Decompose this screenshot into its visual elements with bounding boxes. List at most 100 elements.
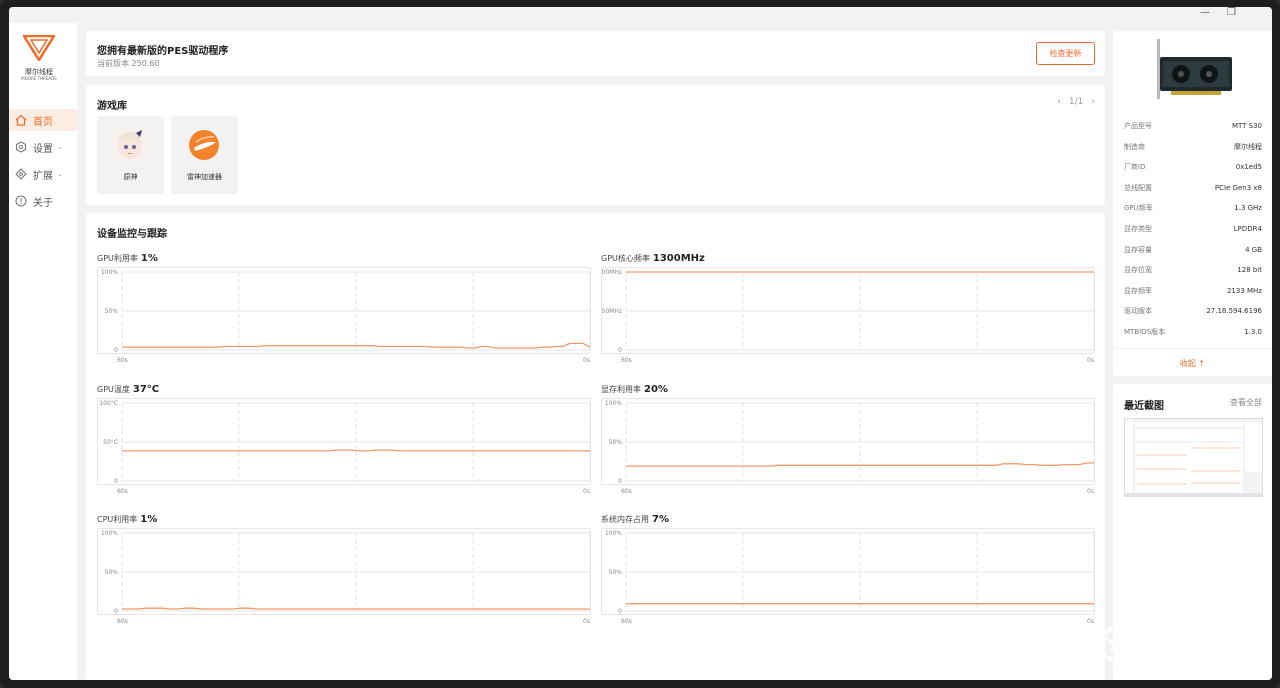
device-info-value: 128 bit	[1237, 266, 1262, 275]
metric-title: 系统内存占用 7%	[601, 514, 669, 525]
chevron-right-icon[interactable]: ›	[1091, 97, 1095, 107]
metric-chart: 0 50% 100%	[97, 528, 591, 615]
x-end-label: 0s	[583, 618, 590, 625]
device-info-key: 显存容量	[1124, 245, 1152, 254]
device-info-value: MTT S30	[1231, 122, 1262, 130]
metric-chart: 0 50°C 100°C	[97, 398, 591, 485]
device-info-row: MTBIOS版本 1.3.0	[1124, 325, 1262, 339]
monitor-title: 设备监控与跟踪	[97, 229, 167, 240]
chevron-left-icon[interactable]: ‹	[1057, 97, 1061, 107]
device-info-card: 产品型号 MTT S30 制造商 摩尔线程 厂商ID 0x1ed5 总线配置 PCIe Gen…	[1113, 31, 1272, 376]
x-start-label: 60s	[621, 357, 632, 364]
x-start-label: 60s	[621, 488, 632, 495]
device-info-row: 显存位宽 128 bit	[1124, 263, 1262, 277]
metric-chart: 0 50% 100%	[97, 267, 591, 354]
device-info-key: 制造商	[1124, 142, 1145, 151]
metric-label: 系统内存占用	[601, 515, 649, 524]
game-label: 雷神加速器	[187, 173, 222, 181]
device-info-row: 显存频率 2133 MHz	[1124, 284, 1262, 298]
device-info-key: GPU频率	[1124, 204, 1153, 213]
nav-about[interactable]: 关于	[9, 190, 77, 212]
series-line	[122, 607, 590, 610]
collapse-button[interactable]: 收起 ↑	[1113, 358, 1272, 369]
metric-value: 1300MHz	[652, 253, 705, 264]
device-info-value: 4 GB	[1245, 245, 1262, 254]
view-all-link[interactable]: 查看全部	[1230, 397, 1262, 408]
game-library-card: 游戏库 ‹ 1/1 › 原神 雷神加速器	[86, 85, 1105, 205]
device-info-row: 显存类型 LPDDR4	[1124, 222, 1262, 236]
chart-canvas: 0 50% 100%	[605, 530, 1095, 615]
x-start-label: 60s	[117, 618, 128, 625]
y-tick-label: 100°C	[99, 400, 118, 407]
moore-threads-logo	[23, 35, 55, 61]
device-info-key: 显存频率	[1124, 286, 1152, 295]
x-end-label: 0s	[1087, 357, 1094, 364]
device-info-key: 驱动版本	[1124, 307, 1152, 316]
check-update-button[interactable]: 检查更新	[1036, 42, 1095, 65]
device-info-key: 显存位宽	[1124, 266, 1152, 275]
metric-title: CPU利用率 1%	[97, 514, 157, 525]
y-tick-label: 1300MHz	[602, 269, 622, 276]
y-tick-label: 0	[114, 608, 118, 615]
current-version: 当前版本 250.60	[97, 59, 160, 68]
update-status-title: 您拥有最新版的PES驱动程序	[97, 46, 229, 57]
nav-settings-label: 设置	[33, 143, 53, 155]
chart-canvas: 0 50% 100%	[605, 400, 1095, 485]
xiaoheihe-watermark: 小黑盒	[1095, 619, 1255, 669]
game-tile-leishen[interactable]: 雷神加速器	[171, 116, 238, 194]
chart-canvas: 0 50% 100%	[101, 269, 591, 354]
brand-subtitle: MOORE THREADS	[21, 76, 57, 81]
y-tick-label: 100%	[101, 269, 118, 276]
device-info-row: 厂商ID 0x1ed5	[1124, 160, 1262, 174]
nav-settings[interactable]: 设置 ⌄	[9, 136, 77, 158]
nav-extensions-label: 扩展	[33, 170, 53, 182]
device-info-value: 2133 MHz	[1226, 286, 1262, 295]
minimize-icon[interactable]: —	[1200, 8, 1210, 18]
device-info-value: PCIe Gen3 x8	[1214, 183, 1262, 192]
y-tick-label: 50%	[105, 569, 119, 576]
chart-canvas: 0 50% 100%	[101, 530, 591, 615]
y-tick-label: 50%	[609, 439, 623, 446]
metric-label: GPU利用率	[97, 254, 138, 263]
restore-icon[interactable]: ❐	[1227, 8, 1236, 18]
chart-canvas: 0 50°C 100°C	[99, 400, 591, 485]
game-library-title: 游戏库	[97, 101, 127, 112]
nav-extensions[interactable]: 扩展 ⌄	[9, 163, 77, 185]
settings-icon	[15, 141, 27, 153]
nav-home-label: 首页	[33, 116, 53, 128]
thumbnail-preview	[1125, 419, 1262, 496]
screen-frame: — ❐ 摩尔线程 MOORE THREADS 首页 设置 ⌄ 扩展 ⌄ 关于 您…	[0, 0, 1280, 688]
y-tick-label: 100%	[605, 530, 622, 537]
x-end-label: 0s	[583, 357, 590, 364]
metric-value: 20%	[644, 384, 668, 395]
y-tick-label: 0	[618, 478, 622, 485]
app-window: — ❐ 摩尔线程 MOORE THREADS 首页 设置 ⌄ 扩展 ⌄ 关于 您…	[9, 7, 1272, 680]
y-tick-label: 0	[618, 347, 622, 354]
chevron-down-icon: ⌄	[57, 170, 63, 178]
sidebar: 摩尔线程 MOORE THREADS 首页 设置 ⌄ 扩展 ⌄ 关于	[9, 23, 77, 680]
y-tick-label: 100%	[605, 400, 622, 407]
device-info-row: 制造商 摩尔线程	[1124, 140, 1262, 154]
device-info-row: 显存容量 4 GB	[1124, 243, 1262, 257]
y-tick-label: 50%	[609, 569, 623, 576]
screenshot-thumbnail[interactable]	[1124, 418, 1263, 497]
driver-update-card: 您拥有最新版的PES驱动程序 当前版本 250.60 检查更新	[86, 31, 1105, 76]
metric-title: GPU温度 37°C	[97, 384, 159, 395]
game-label: 原神	[123, 173, 138, 181]
metric-chart: 0 50% 100%	[601, 528, 1095, 615]
metric-chart: 0 50% 100%	[601, 398, 1095, 485]
device-info-key: 厂商ID	[1124, 163, 1146, 172]
x-start-label: 60s	[117, 357, 128, 364]
device-info-key: MTBIOS版本	[1124, 328, 1166, 336]
y-tick-label: 0	[618, 608, 622, 615]
nav-home[interactable]: 首页	[9, 109, 77, 131]
metric-title: GPU利用率 1%	[97, 253, 158, 264]
metric-title: 显存利用率 20%	[601, 384, 668, 395]
page-indicator: 1/1	[1068, 97, 1084, 107]
x-end-label: 0s	[583, 488, 590, 495]
device-info-row: 产品型号 MTT S30	[1124, 119, 1262, 133]
y-tick-label: 50%	[105, 308, 119, 315]
game-tile-genshin[interactable]: 原神	[97, 116, 164, 194]
device-info-key: 总线配置	[1124, 183, 1152, 192]
recent-screenshots-title: 最近截图	[1124, 401, 1164, 412]
